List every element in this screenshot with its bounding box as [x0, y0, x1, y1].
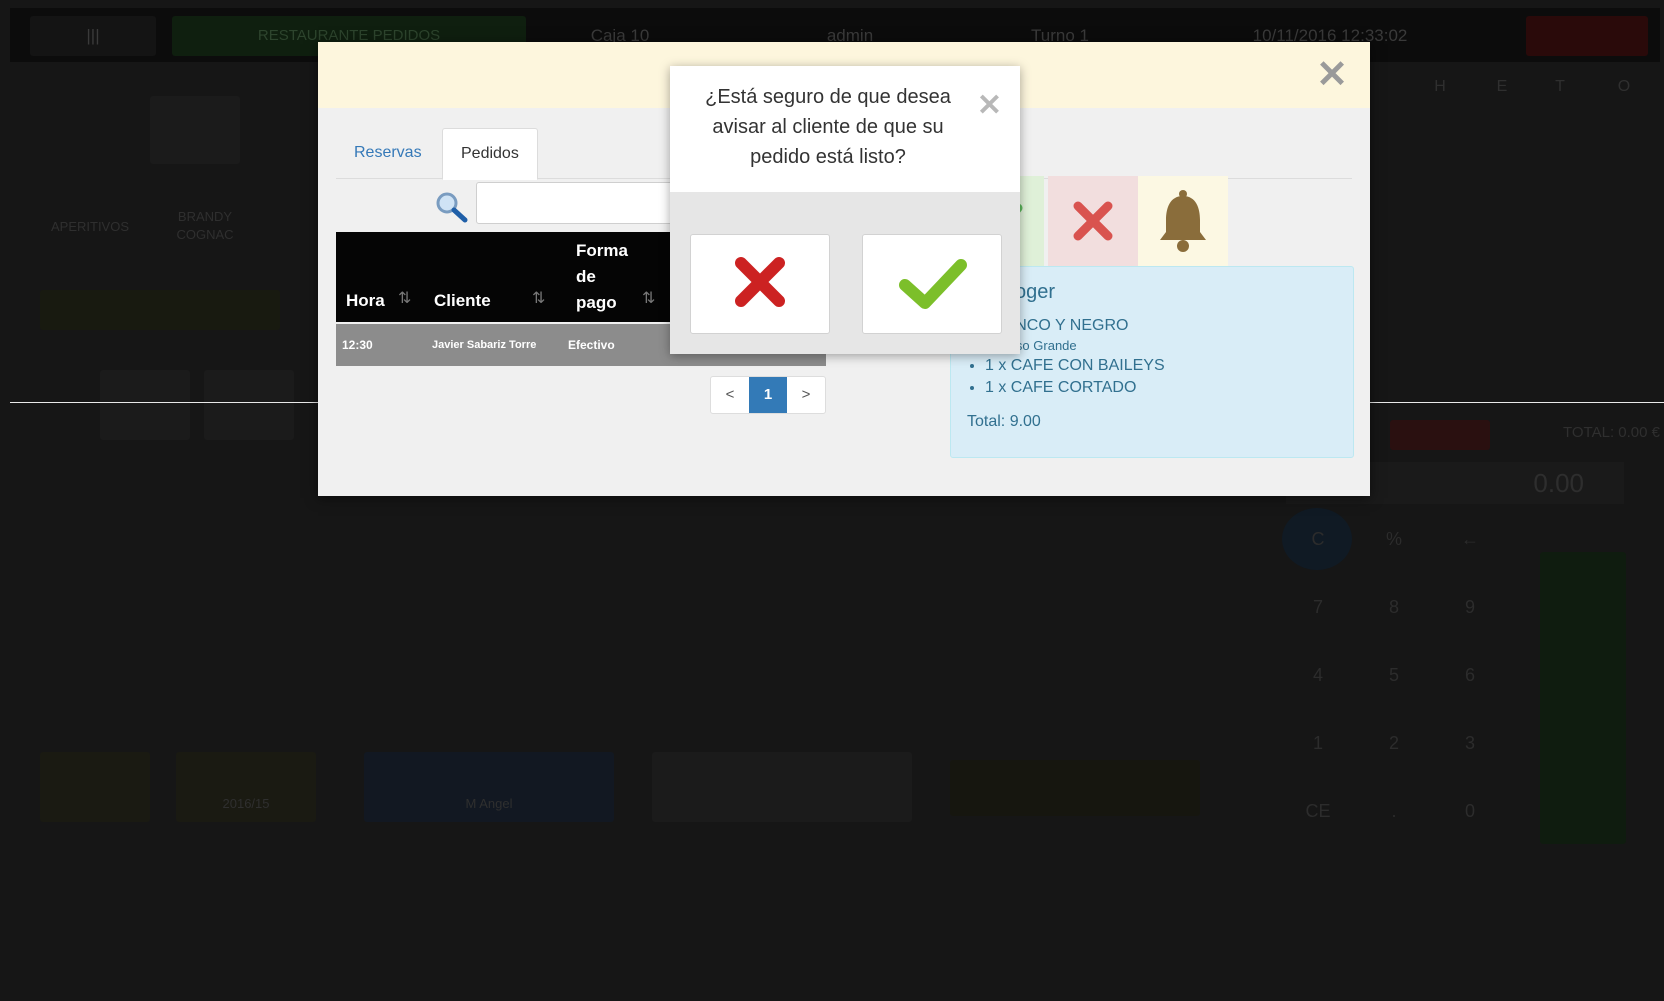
product-tile-1[interactable] [100, 370, 190, 440]
header-forma-pago[interactable]: Forma de pago [576, 238, 628, 316]
sort-desc-icon[interactable]: ⇅ [398, 288, 411, 308]
list-item: 1 x CAFE CORTADO [985, 377, 1165, 399]
key-c[interactable]: C [1288, 512, 1348, 566]
confirm-close-icon[interactable]: ✕ [977, 88, 1002, 123]
sort-icon[interactable]: ⇅ [642, 288, 655, 308]
confirm-footer [670, 192, 1020, 354]
total-label: TOTAL: 0.00 € [1563, 424, 1660, 441]
list-item-note: Vaso Grande [1001, 338, 1077, 353]
letter-t[interactable]: T [1540, 78, 1580, 96]
key-percent[interactable]: % [1364, 512, 1424, 566]
search-icon [436, 192, 468, 223]
header-hora[interactable]: Hora [346, 288, 385, 314]
confirm-dialog: ¿Está seguro de que desea avisar al clie… [670, 66, 1020, 354]
bottom-tile-5[interactable] [950, 760, 1200, 816]
waiter-tile[interactable]: M Angel [364, 752, 614, 822]
key-3[interactable]: 3 [1440, 716, 1500, 770]
key-back[interactable]: ← [1440, 512, 1500, 566]
key-dot[interactable]: . [1364, 784, 1424, 838]
letter-o[interactable]: O [1604, 78, 1644, 96]
letter-e[interactable]: E [1482, 78, 1522, 96]
pagination-page-1[interactable]: 1 [749, 377, 787, 413]
cell-cliente: Javier Sabariz Torre [432, 339, 537, 351]
confirm-question: ¿Está seguro de que desea avisar al clie… [705, 86, 951, 168]
pay-button[interactable] [1540, 552, 1626, 844]
grid-button[interactable]: ||| [30, 16, 156, 56]
group-tile[interactable] [652, 752, 912, 822]
tab-pedidos[interactable]: Pedidos [442, 128, 538, 180]
close-icon [735, 257, 785, 307]
check-icon [899, 259, 967, 309]
key-6[interactable]: 6 [1440, 648, 1500, 702]
product-help-tile[interactable] [150, 96, 240, 164]
tab-reservas[interactable]: Reservas [336, 128, 440, 177]
cell-hora: 12:30 [342, 338, 373, 352]
orders-modal: ✕ Reservas Pedidos Hora ⇅ Cliente ⇅ Form… [318, 42, 1370, 496]
key-0[interactable]: 0 [1440, 784, 1500, 838]
list-item: 1 x CAFE CON BAILEYS [985, 355, 1165, 377]
letter-h[interactable]: H [1420, 78, 1460, 96]
modal-close-icon[interactable]: ✕ [1316, 56, 1348, 94]
key-ce[interactable]: CE [1288, 784, 1348, 838]
bell-icon [1160, 190, 1206, 252]
order-total: Total: 9.00 [967, 413, 1041, 430]
notify-customer-button[interactable] [1138, 176, 1228, 266]
key-1[interactable]: 1 [1288, 716, 1348, 770]
power-button[interactable] [1526, 16, 1648, 56]
key-5[interactable]: 5 [1364, 648, 1424, 702]
pagination: < 1 > [710, 376, 826, 414]
header-cliente[interactable]: Cliente [434, 288, 491, 314]
confirm-cancel-button[interactable] [690, 234, 830, 334]
bottom-tile-1[interactable] [40, 752, 150, 822]
key-7[interactable]: 7 [1288, 580, 1348, 634]
reject-order-button[interactable] [1048, 176, 1138, 266]
close-icon [1073, 201, 1113, 241]
pagination-prev[interactable]: < [711, 377, 749, 413]
key-2[interactable]: 2 [1364, 716, 1424, 770]
sort-icon[interactable]: ⇅ [532, 288, 545, 308]
product-tile-2[interactable] [204, 370, 294, 440]
bottom-tile-2[interactable]: 2016/15 [176, 752, 316, 822]
key-4[interactable]: 4 [1288, 648, 1348, 702]
key-9[interactable]: 9 [1440, 580, 1500, 634]
cell-forma-pago: Efectivo [568, 338, 615, 352]
category-aperitivos[interactable]: APERITIVOS [40, 204, 140, 250]
order-customer-title: oger [1015, 281, 1056, 303]
back-tile[interactable] [40, 290, 280, 330]
delete-line-button[interactable] [1390, 420, 1490, 450]
key-8[interactable]: 8 [1364, 580, 1424, 634]
pagination-next[interactable]: > [787, 377, 825, 413]
confirm-ok-button[interactable] [862, 234, 1002, 334]
category-brandy[interactable]: BRANDY COGNAC [160, 204, 250, 250]
